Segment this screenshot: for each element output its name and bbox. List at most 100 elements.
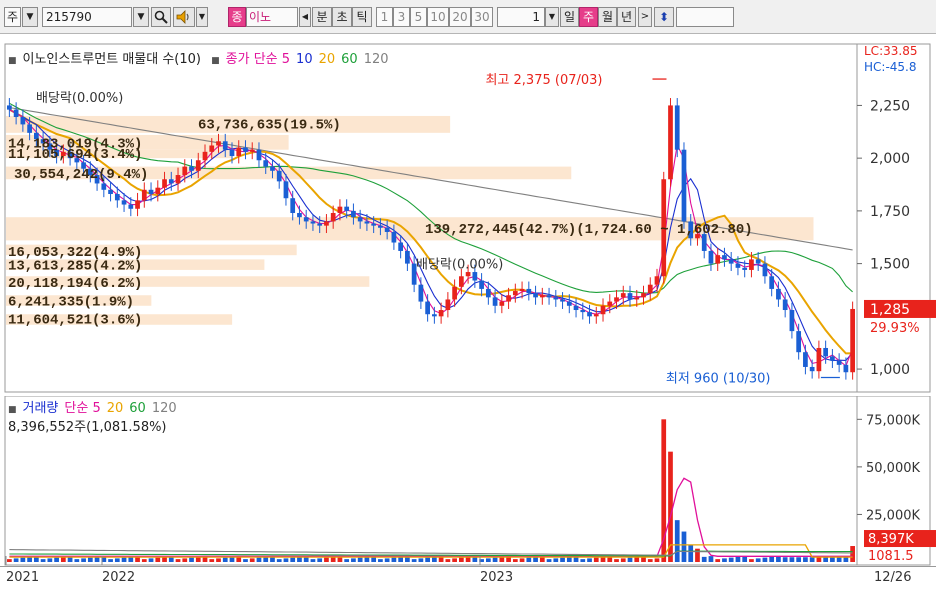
candle <box>243 147 248 152</box>
stock-type-badge: 종 <box>228 7 246 27</box>
volume-bar <box>674 520 680 562</box>
candle <box>324 221 329 226</box>
candle <box>735 263 741 268</box>
candle <box>222 141 228 150</box>
period-day-button[interactable]: 일 <box>560 7 579 27</box>
volume-bar <box>87 557 93 562</box>
volume-bar <box>735 556 741 562</box>
candle <box>330 212 336 222</box>
candle <box>634 297 640 300</box>
x-tick-label: 2023 <box>480 570 514 585</box>
candle <box>850 308 855 373</box>
candle <box>587 312 592 317</box>
stock-code-input[interactable]: 215790 <box>42 7 132 27</box>
ma10-legend: 10 <box>296 52 313 67</box>
volume-bar <box>155 557 161 562</box>
count-dropdown-arrow-icon[interactable]: ▼ <box>545 7 559 27</box>
candle <box>816 347 822 372</box>
period-month-button[interactable]: 월 <box>598 7 617 27</box>
count-input[interactable]: 1 <box>497 7 545 27</box>
candle <box>647 284 653 294</box>
vol-ma60-legend: 60 <box>129 401 146 416</box>
volume-bar <box>283 558 289 562</box>
candle <box>452 286 457 300</box>
market-dropdown-arrow-icon[interactable]: ▼ <box>22 7 38 27</box>
date-input[interactable] <box>676 7 734 27</box>
toolbar: 주 ▼ 215790 ▼ ▼ 종 이노 ◀ 분 초 틱 1 3 5 10 20 … <box>0 0 936 34</box>
volume-bar <box>458 557 464 562</box>
volume-bar <box>620 558 626 562</box>
volume-bar <box>425 557 430 562</box>
volume-bar <box>560 557 565 562</box>
candle <box>121 200 127 205</box>
candle <box>600 305 606 315</box>
price-tick-label: 2,000 <box>870 151 910 167</box>
speaker-icon[interactable] <box>173 7 195 27</box>
interval-10-button[interactable]: 10 <box>427 7 449 27</box>
candle <box>27 124 32 133</box>
candle <box>337 206 343 213</box>
candle <box>418 284 424 302</box>
candle <box>809 366 815 372</box>
candle <box>384 227 390 232</box>
volume-bar <box>141 559 147 562</box>
volume-profile-label: 30,554,242(9.4%) <box>14 167 148 183</box>
interval-1-button[interactable]: 1 <box>376 7 393 27</box>
legend-square-icon: ■ <box>8 56 17 66</box>
interval-20-button[interactable]: 20 <box>449 7 471 27</box>
period-tick-button[interactable]: 틱 <box>352 7 372 27</box>
market-select[interactable]: 주 <box>4 7 21 27</box>
candle <box>364 221 370 224</box>
candle <box>654 276 660 285</box>
candle <box>593 314 599 317</box>
volume-bar <box>519 558 525 562</box>
period-minute-button[interactable]: 분 <box>312 7 332 27</box>
candle <box>357 217 363 222</box>
candle <box>283 181 289 199</box>
chart-window: 주 ▼ 215790 ▼ ▼ 종 이노 ◀ 분 초 틱 1 3 5 10 20 … <box>0 0 936 591</box>
x-tick-label: 2022 <box>102 570 136 585</box>
stock-name-field[interactable]: 이노 <box>246 7 298 27</box>
sort-toggle-icon[interactable]: ⬍ <box>654 7 674 27</box>
candle <box>782 299 788 311</box>
candle <box>438 310 444 317</box>
period-second-button[interactable]: 초 <box>332 7 352 27</box>
dividend-label: 배당락(0.00%) <box>416 258 503 273</box>
candle <box>378 225 383 228</box>
next-arrow-icon[interactable]: > <box>638 7 652 27</box>
candle <box>580 310 586 313</box>
candle <box>249 149 255 152</box>
volume-bar <box>823 557 829 562</box>
interval-30-button[interactable]: 30 <box>471 7 493 27</box>
volume-profile-label: 6,241,335(1.9%) <box>8 295 134 311</box>
high-annotation: 최고 2,375 (07/03) <box>485 73 602 88</box>
volume-bar <box>762 557 768 562</box>
volume-bar <box>553 558 559 562</box>
candle <box>108 189 113 195</box>
interval-5-button[interactable]: 5 <box>410 7 427 27</box>
lc-label: LC:33.85 <box>864 44 918 58</box>
volume-bar <box>546 559 552 562</box>
price-chart-canvas[interactable]: 14,183,019(4.3%)11,105,694(3.4%)30,554,2… <box>0 40 936 394</box>
period-year-button[interactable]: 년 <box>617 7 636 27</box>
volume-bar <box>836 557 842 562</box>
code-dropdown-arrow-icon[interactable]: ▼ <box>133 7 149 27</box>
ma-legend-label: 종가 단순 5 <box>225 52 291 67</box>
interval-3-button[interactable]: 3 <box>393 7 410 27</box>
search-icon[interactable] <box>151 7 171 27</box>
candle <box>128 204 134 209</box>
vol-ma120-legend: 120 <box>151 401 177 416</box>
speaker-dropdown-arrow-icon[interactable]: ▼ <box>196 7 208 27</box>
volume-bar <box>688 544 694 562</box>
period-week-button[interactable]: 주 <box>579 7 598 27</box>
volume-bar <box>708 556 714 562</box>
candle <box>796 331 802 353</box>
volume-bar <box>391 557 397 562</box>
candle <box>263 160 269 167</box>
volume-legend: ■ 거래량 단순 5 20 60 120 <box>8 397 183 416</box>
prev-arrow-icon[interactable]: ◀ <box>299 7 311 27</box>
candle <box>155 187 161 195</box>
volume-bar <box>789 557 795 562</box>
candle <box>708 250 714 264</box>
volume-bar <box>809 557 815 562</box>
